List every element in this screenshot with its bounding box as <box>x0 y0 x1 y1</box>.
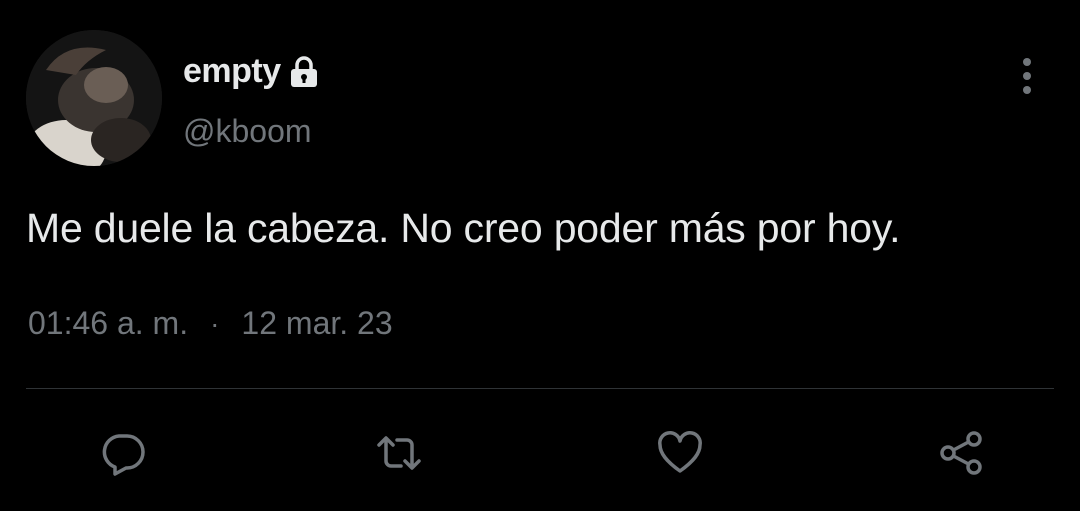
lock-icon <box>290 55 317 87</box>
avatar[interactable] <box>26 30 162 166</box>
tweet-time[interactable]: 01:46 a. m. <box>28 305 188 342</box>
display-name[interactable]: empty <box>183 52 281 91</box>
tweet-date[interactable]: 12 mar. 23 <box>241 305 392 342</box>
more-options-icon[interactable] <box>1020 56 1034 96</box>
reply-icon <box>102 434 145 476</box>
share-icon <box>940 431 982 475</box>
tweet-text: Me duele la cabeza. No creo poder más po… <box>26 205 901 251</box>
retweet-icon <box>377 436 421 470</box>
reply-button[interactable] <box>98 428 148 478</box>
avatar-image <box>26 30 162 166</box>
retweet-button[interactable] <box>374 428 424 478</box>
share-button[interactable] <box>937 428 987 478</box>
tweet-metadata: 01:46 a. m. · 12 mar. 23 <box>28 305 393 342</box>
author-handle[interactable]: @kboom <box>183 113 312 150</box>
heart-icon <box>658 431 702 473</box>
divider <box>26 388 1054 389</box>
author-name-row: empty <box>183 52 319 91</box>
action-bar <box>0 428 1080 478</box>
like-button[interactable] <box>655 428 705 478</box>
meta-separator: · <box>210 307 220 339</box>
